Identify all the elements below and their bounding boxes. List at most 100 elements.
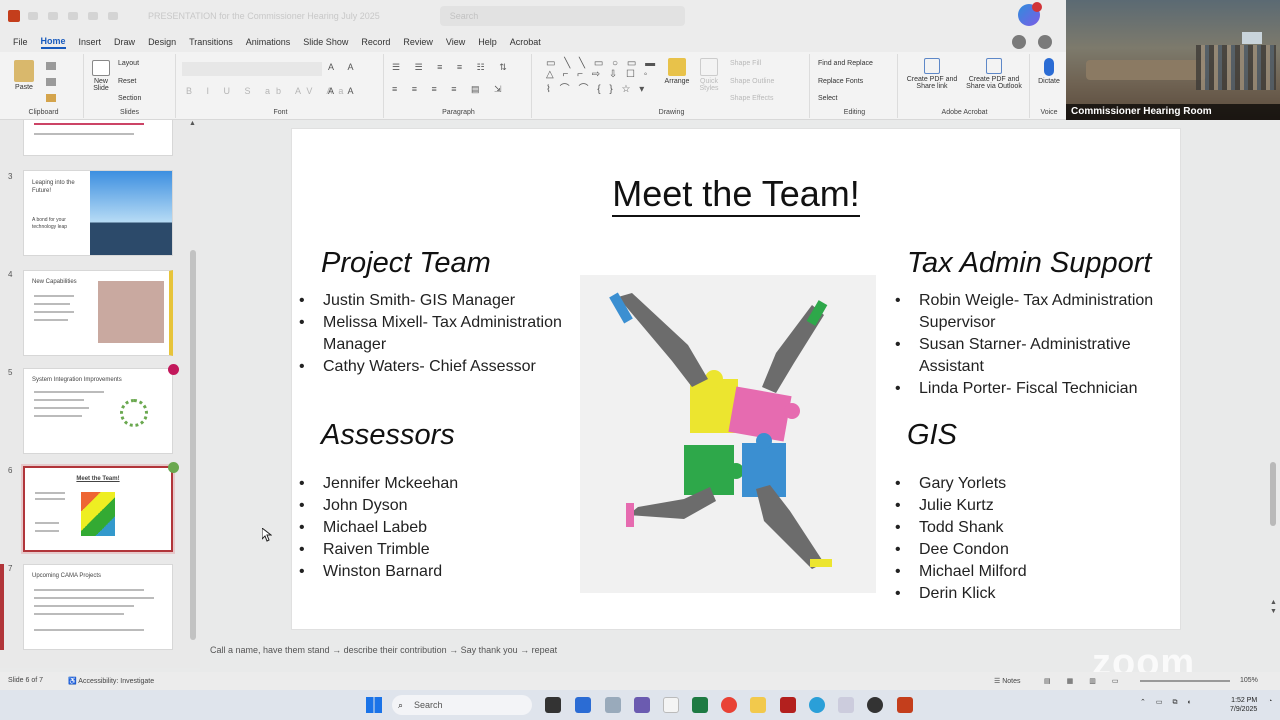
current-marker (0, 564, 4, 650)
accessibility-status[interactable]: ♿ Accessibility: Investigate (68, 677, 154, 685)
system-tray-icons[interactable]: ⌃▭⧉◐ (1140, 698, 1202, 707)
tab-animations[interactable]: Animations (246, 37, 291, 47)
search-icon: ⌕ (398, 700, 404, 710)
layout-button[interactable]: Layout (118, 60, 139, 67)
clipboard-group: Paste Clipboard (4, 54, 84, 118)
page-nav-arrows-icon[interactable]: ▲ ▼ (1270, 598, 1277, 616)
font-format-buttons[interactable]: B I U S ab AV Aa (186, 86, 349, 96)
tax-admin-support-heading: Tax Admin Support (907, 247, 1152, 279)
acrobat-icon[interactable] (780, 697, 796, 713)
select-button[interactable]: Select (818, 95, 837, 102)
obs-icon[interactable] (867, 697, 883, 713)
shape-fill-button[interactable]: Shape Fill (730, 60, 761, 67)
shapes-gallery[interactable]: ▭ ╲ ╲ ▭ ○ ▭ ▬ △ ⌐ ⌐ ⇨ ⇩ ☐ ◦ ⌇ ⌒ ⌒ { } ☆ ▾ (546, 58, 658, 95)
tab-home[interactable]: Home (40, 36, 66, 49)
copy-icon[interactable] (46, 78, 56, 86)
list-item: Derin Klick (895, 583, 1155, 605)
file-icon[interactable] (605, 697, 621, 713)
arrange-button[interactable]: Arrange (662, 58, 692, 85)
list-item: Linda Porter- Fiscal Technician (895, 378, 1175, 400)
user-avatar[interactable] (1012, 35, 1026, 49)
view-buttons[interactable]: ▤▦▥▭ (1044, 677, 1134, 685)
list-item: Winston Barnard (299, 561, 559, 583)
format-painter-icon[interactable] (46, 94, 56, 102)
list-item: Susan Starner- Administrative Assistant (895, 334, 1175, 378)
replace-fonts-button[interactable]: Replace Fonts (818, 78, 863, 85)
excel-icon[interactable] (692, 697, 708, 713)
app-icon[interactable] (838, 697, 854, 713)
slide-thumbnail-4[interactable]: New Capabilities (23, 270, 173, 356)
notifications-icon[interactable]: ◔ (1268, 698, 1272, 705)
tab-view[interactable]: View (446, 37, 465, 47)
notepad-icon[interactable] (663, 697, 679, 713)
slide-thumbnail-7[interactable]: Upcoming CAMA Projects (23, 564, 173, 650)
tab-review[interactable]: Review (403, 37, 433, 47)
dictate-button[interactable]: Dictate (1034, 58, 1064, 85)
shape-effects-button[interactable]: Shape Effects (730, 95, 773, 102)
list-item: John Dyson (299, 495, 559, 517)
editor-scrollbar[interactable] (1270, 462, 1276, 526)
create-pdf-outlook-button[interactable]: Create PDF and Share via Outlook (962, 58, 1026, 90)
list-item: Michael Milford (895, 561, 1155, 583)
font-size-buttons[interactable]: A A (328, 62, 360, 72)
tab-transitions[interactable]: Transitions (189, 37, 233, 47)
align-buttons[interactable]: ≡ ≡ ≡ ≡ ▤ ⇲ (392, 84, 508, 95)
project-team-heading: Project Team (321, 247, 491, 279)
taskbar: Search ⌕ ⌃▭⧉◐ 1:52 PM 7/9/2025 ◔ (0, 690, 1280, 720)
chrome-icon[interactable] (721, 697, 737, 713)
tab-slide-show[interactable]: Slide Show (303, 37, 348, 47)
tab-draw[interactable]: Draw (114, 37, 135, 47)
edge-icon[interactable] (809, 697, 825, 713)
copilot-icon[interactable] (1018, 2, 1042, 26)
powerpoint-icon[interactable] (897, 697, 913, 713)
windows-start-icon[interactable] (366, 697, 382, 713)
tab-design[interactable]: Design (148, 37, 176, 47)
new-slide-button[interactable]: New Slide (88, 60, 114, 92)
cut-icon[interactable] (46, 62, 56, 70)
list-item: Raiven Trimble (299, 539, 559, 561)
mouse-pointer-icon (262, 528, 272, 542)
comment-indicator[interactable] (168, 364, 179, 375)
taskbar-search[interactable]: Search (392, 695, 532, 715)
task-view-icon[interactable] (545, 697, 561, 713)
slide-canvas[interactable]: Meet the Team! Project Team Justin Smith… (292, 129, 1180, 629)
zoom-level[interactable]: 105% (1240, 677, 1258, 684)
list-item: Justin Smith- GIS Manager (299, 290, 589, 312)
slide-number: 3 (8, 172, 13, 181)
create-pdf-share-link-button[interactable]: Create PDF and Share link (904, 58, 960, 90)
gis-heading: GIS (907, 419, 957, 451)
thumbnail-scrollbar[interactable] (190, 250, 196, 640)
user-avatar-2[interactable] (1038, 35, 1052, 49)
slide-thumbnail-2[interactable] (23, 120, 173, 156)
clock[interactable]: 1:52 PM 7/9/2025 (1230, 696, 1257, 714)
quick-access-toolbar[interactable] (28, 12, 118, 20)
list-buttons[interactable]: ☰ ☰ ≡ ≡ ☷ ⇅ (392, 62, 513, 73)
search-input[interactable]: Search (439, 6, 685, 26)
scroll-up-icon[interactable]: ▲ (189, 120, 196, 127)
file-explorer-icon[interactable] (750, 697, 766, 713)
find-replace-button[interactable]: Find and Replace (818, 60, 873, 67)
tab-insert[interactable]: Insert (79, 37, 102, 47)
paste-button[interactable]: Paste (14, 60, 34, 91)
notes-toggle-button[interactable]: ☰ Notes (994, 677, 1021, 685)
pdf-share-icon (924, 58, 940, 74)
tab-help[interactable]: Help (478, 37, 497, 47)
slide-thumbnail-6[interactable]: Meet the Team! (21, 464, 175, 554)
font-name-select[interactable] (182, 62, 322, 76)
tab-acrobat[interactable]: Acrobat (510, 37, 541, 47)
slide-title: Meet the Team! (292, 173, 1180, 217)
editing-group: Find and Replace Replace Fonts Select Ed… (812, 54, 898, 118)
section-button[interactable]: Section (118, 95, 141, 102)
font-color-buttons[interactable]: A A (328, 86, 360, 96)
outlook-icon[interactable] (575, 697, 591, 713)
teams-icon[interactable] (634, 697, 650, 713)
slide-thumbnail-3[interactable]: Leaping into the Future! A bond for your… (23, 170, 173, 256)
tab-file[interactable]: File (13, 37, 28, 47)
zoom-slider[interactable] (1140, 680, 1230, 682)
quick-styles-button[interactable]: Quick Styles (694, 58, 724, 92)
reset-button[interactable]: Reset (118, 78, 136, 85)
shape-outline-button[interactable]: Shape Outline (730, 78, 774, 85)
slide-thumbnail-5[interactable]: System Integration Improvements (23, 368, 173, 454)
tab-record[interactable]: Record (361, 37, 390, 47)
leap-image (90, 171, 172, 255)
